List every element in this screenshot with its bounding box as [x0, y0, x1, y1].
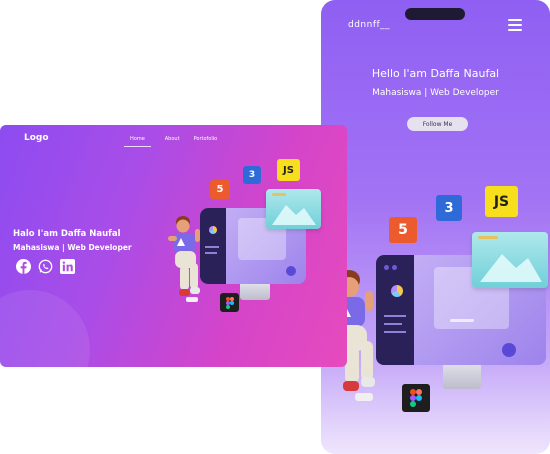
whatsapp-icon[interactable] — [38, 259, 53, 274]
phone-notch — [405, 8, 465, 20]
social-links — [16, 259, 75, 274]
image-card-illustration — [472, 232, 548, 288]
mobile-hero-subtitle: Mahasiswa | Web Developer — [372, 88, 499, 98]
nav-about-link[interactable]: About — [165, 136, 180, 147]
javascript-icon: JS — [485, 186, 518, 217]
mobile-hero-title: Hello I'am Daffa Naufal — [371, 67, 500, 80]
figma-icon — [220, 293, 239, 312]
desktop-logo[interactable]: Logo — [24, 133, 49, 143]
facebook-icon[interactable] — [16, 259, 31, 274]
desktop-mockup: Logo Home About Portofolio Halo I'am Daf… — [0, 125, 347, 367]
desktop-nav: Home About Portofolio — [124, 136, 218, 147]
follow-me-button[interactable]: Follow Me — [407, 117, 468, 131]
nav-home-link[interactable]: Home — [124, 136, 151, 147]
desktop-hero-title: Halo I'am Daffa Naufal — [13, 229, 121, 239]
hamburger-icon[interactable] — [508, 19, 522, 31]
image-card-illustration — [266, 189, 321, 229]
linkedin-icon[interactable] — [60, 259, 75, 274]
html5-icon: 5 — [389, 217, 417, 243]
figma-icon — [402, 384, 430, 412]
css3-icon: 3 — [243, 166, 261, 184]
mobile-logo[interactable]: ddnnff__ — [348, 20, 390, 30]
css3-icon: 3 — [436, 195, 462, 221]
html5-icon: 5 — [210, 180, 230, 199]
decorative-circle — [0, 290, 90, 367]
desktop-hero-subtitle: Mahasiswa | Web Developer — [13, 243, 132, 252]
mobile-mockup: ddnnff__ Hello I'am Daffa Naufal Mahasis… — [321, 0, 550, 454]
character-illustration — [168, 216, 200, 302]
javascript-icon: JS — [277, 159, 300, 181]
nav-portofolio-link[interactable]: Portofolio — [194, 136, 218, 147]
